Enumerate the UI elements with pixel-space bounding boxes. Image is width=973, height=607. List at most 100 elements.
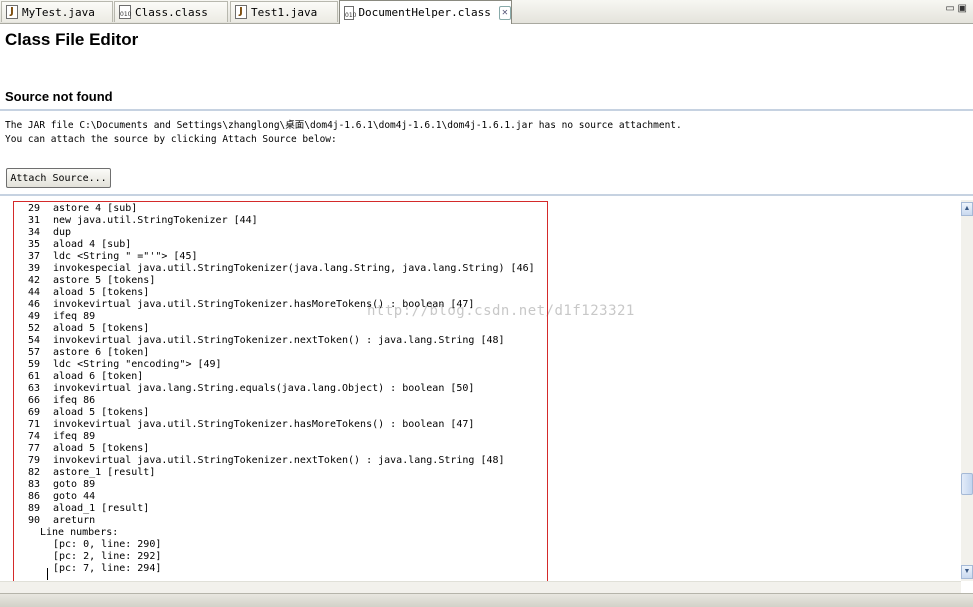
java-file-icon bbox=[235, 5, 247, 19]
bytecode-instruction: aload_1 [result] bbox=[53, 503, 150, 514]
attach-hint: You can attach the source by clicking At… bbox=[5, 134, 337, 145]
scroll-down-icon[interactable]: ▼ bbox=[961, 565, 973, 579]
bytecode-instruction: aload 5 [tokens] bbox=[53, 323, 150, 334]
bytecode-instruction: aload 5 [tokens] bbox=[53, 407, 150, 418]
minimize-icon[interactable]: ▭ bbox=[945, 3, 954, 14]
section-title: Source not found bbox=[5, 89, 113, 104]
bytecode-offset: 89 bbox=[27, 503, 40, 514]
bytecode-instruction: areturn bbox=[53, 515, 96, 526]
bytecode-offset: 29 bbox=[27, 203, 40, 214]
class-file-icon bbox=[344, 5, 357, 20]
code-line: 54 invokevirtual java.util.StringTokenize… bbox=[0, 335, 505, 347]
page-title: Class File Editor bbox=[5, 30, 139, 49]
bytecode-instruction: new java.util.StringTokenizer [44] bbox=[53, 215, 258, 226]
code-line: 71 invokevirtual java.util.StringTokenize… bbox=[0, 419, 474, 431]
bytecode-instruction: invokevirtual java.util.StringTokenizer.… bbox=[53, 419, 475, 430]
code-line: 86 goto 44 bbox=[0, 491, 95, 503]
bytecode-offset: 39 bbox=[27, 263, 40, 274]
bytecode-instruction: invokespecial java.util.StringTokenizer(… bbox=[53, 263, 535, 274]
java-file-icon bbox=[6, 5, 18, 19]
bytecode-instruction: invokevirtual java.util.StringTokenizer.… bbox=[53, 299, 475, 310]
line-number-entry: [pc: 0, line: 290] bbox=[53, 539, 162, 550]
maximize-icon[interactable]: ▣ bbox=[958, 3, 967, 14]
bytecode-instruction: astore 4 [sub] bbox=[53, 203, 138, 214]
bytecode-instruction: astore 6 [token] bbox=[53, 347, 150, 358]
code-line: 52 aload 5 [tokens] bbox=[0, 323, 149, 335]
bytecode-instruction: ldc <String " ="'"> [45] bbox=[53, 251, 198, 262]
bytecode-offset: 52 bbox=[27, 323, 40, 334]
bytecode-instruction: ifeq 89 bbox=[53, 311, 96, 322]
bytecode-instruction: invokevirtual java.lang.String.equals(ja… bbox=[53, 383, 475, 394]
tab-documenthelper-class[interactable]: DocumentHelper.class ✕ bbox=[339, 0, 512, 24]
code-line: 49 ifeq 89 bbox=[0, 311, 95, 323]
bytecode-offset: 90 bbox=[27, 515, 40, 526]
line-numbers-label: Line numbers: bbox=[40, 527, 119, 538]
code-line: 44 aload 5 [tokens] bbox=[0, 287, 149, 299]
code-line: 42 astore 5 [tokens] bbox=[0, 275, 155, 287]
code-line: 83 goto 89 bbox=[0, 479, 95, 491]
code-line: 59 ldc <String "encoding"> [49] bbox=[0, 359, 222, 371]
bytecode-offset: 35 bbox=[27, 239, 40, 250]
divider bbox=[0, 194, 973, 196]
scroll-thumb[interactable] bbox=[961, 473, 973, 495]
bytecode-instruction: aload 4 [sub] bbox=[53, 239, 132, 250]
code-line: 46 invokevirtual java.util.StringTokenize… bbox=[0, 299, 474, 311]
tab-test1-java[interactable]: Test1.java bbox=[230, 1, 338, 22]
code-line: 79 invokevirtual java.util.StringTokenize… bbox=[0, 455, 505, 467]
divider bbox=[0, 109, 973, 111]
code-line: 61 aload 6 [token] bbox=[0, 371, 143, 383]
jar-message: The JAR file C:\Documents and Settings\z… bbox=[5, 120, 682, 131]
bytecode-offset: 46 bbox=[27, 299, 40, 310]
bytecode-instruction: ifeq 89 bbox=[53, 431, 96, 442]
bytecode-offset: 82 bbox=[27, 467, 40, 478]
code-line: 82 astore_1 [result] bbox=[0, 467, 155, 479]
code-line: 57 astore 6 [token] bbox=[0, 347, 149, 359]
vertical-scrollbar[interactable]: ▲ ▼ bbox=[961, 200, 973, 581]
tab-label: Test1.java bbox=[251, 5, 318, 19]
bytecode-offset: 37 bbox=[27, 251, 40, 262]
code-line: 66 ifeq 86 bbox=[0, 395, 95, 407]
bytecode-offset: 31 bbox=[27, 215, 40, 226]
code-line: 37 ldc <String " ="'"> [45] bbox=[0, 251, 198, 263]
code-line: 90 areturn bbox=[0, 515, 95, 527]
bytecode-offset: 86 bbox=[27, 491, 40, 502]
bytecode-offset: 71 bbox=[27, 419, 40, 430]
status-bar bbox=[0, 593, 973, 607]
bytecode-instruction: dup bbox=[53, 227, 72, 238]
bytecode-instruction: ifeq 86 bbox=[53, 395, 96, 406]
tab-label: MyTest.java bbox=[22, 5, 95, 19]
tab-mytest-java[interactable]: MyTest.java bbox=[1, 1, 113, 22]
bytecode-instruction: invokevirtual java.util.StringTokenizer.… bbox=[53, 455, 505, 466]
bytecode-instruction: ldc <String "encoding"> [49] bbox=[53, 359, 222, 370]
bytecode-offset: 49 bbox=[27, 311, 40, 322]
bytecode-offset: 59 bbox=[27, 359, 40, 370]
code-line: 39 invokespecial java.util.StringTokenize… bbox=[0, 263, 535, 275]
line-number-entry: [pc: 2, line: 292] bbox=[53, 551, 162, 562]
bytecode-offset: 54 bbox=[27, 335, 40, 346]
bytecode-instruction: astore 5 [tokens] bbox=[53, 275, 156, 286]
code-line: 31 new java.util.StringTokenizer [44] bbox=[0, 215, 258, 227]
scroll-up-icon[interactable]: ▲ bbox=[961, 202, 973, 216]
bytecode-offset: 63 bbox=[27, 383, 40, 394]
bytecode-view[interactable]: http://blog.csdn.net/d1f123321 29 astore … bbox=[0, 197, 961, 581]
tab-class-class[interactable]: Class.class bbox=[114, 1, 228, 22]
bytecode-offset: 83 bbox=[27, 479, 40, 490]
bytecode-offset: 74 bbox=[27, 431, 40, 442]
code-line: 35 aload 4 [sub] bbox=[0, 239, 131, 251]
window-controls: ▭ ▣ bbox=[945, 3, 967, 14]
bytecode-instruction: invokevirtual java.util.StringTokenizer.… bbox=[53, 335, 505, 346]
bytecode-instruction: aload 5 [tokens] bbox=[53, 287, 150, 298]
bytecode-offset: 61 bbox=[27, 371, 40, 382]
code-line: 77 aload 5 [tokens] bbox=[0, 443, 149, 455]
code-line: 74 ifeq 89 bbox=[0, 431, 95, 443]
code-line: 69 aload 5 [tokens] bbox=[0, 407, 149, 419]
close-tab-icon[interactable]: ✕ bbox=[498, 5, 511, 20]
bytecode-instruction: astore_1 [result] bbox=[53, 467, 156, 478]
bytecode-offset: 79 bbox=[27, 455, 40, 466]
attach-source-button[interactable]: Attach Source... bbox=[6, 168, 111, 188]
bytecode-instruction: aload 5 [tokens] bbox=[53, 443, 150, 454]
class-file-icon bbox=[119, 5, 131, 19]
bytecode-instruction: goto 44 bbox=[53, 491, 96, 502]
bytecode-offset: 66 bbox=[27, 395, 40, 406]
code-line: 89 aload_1 [result] bbox=[0, 503, 149, 515]
